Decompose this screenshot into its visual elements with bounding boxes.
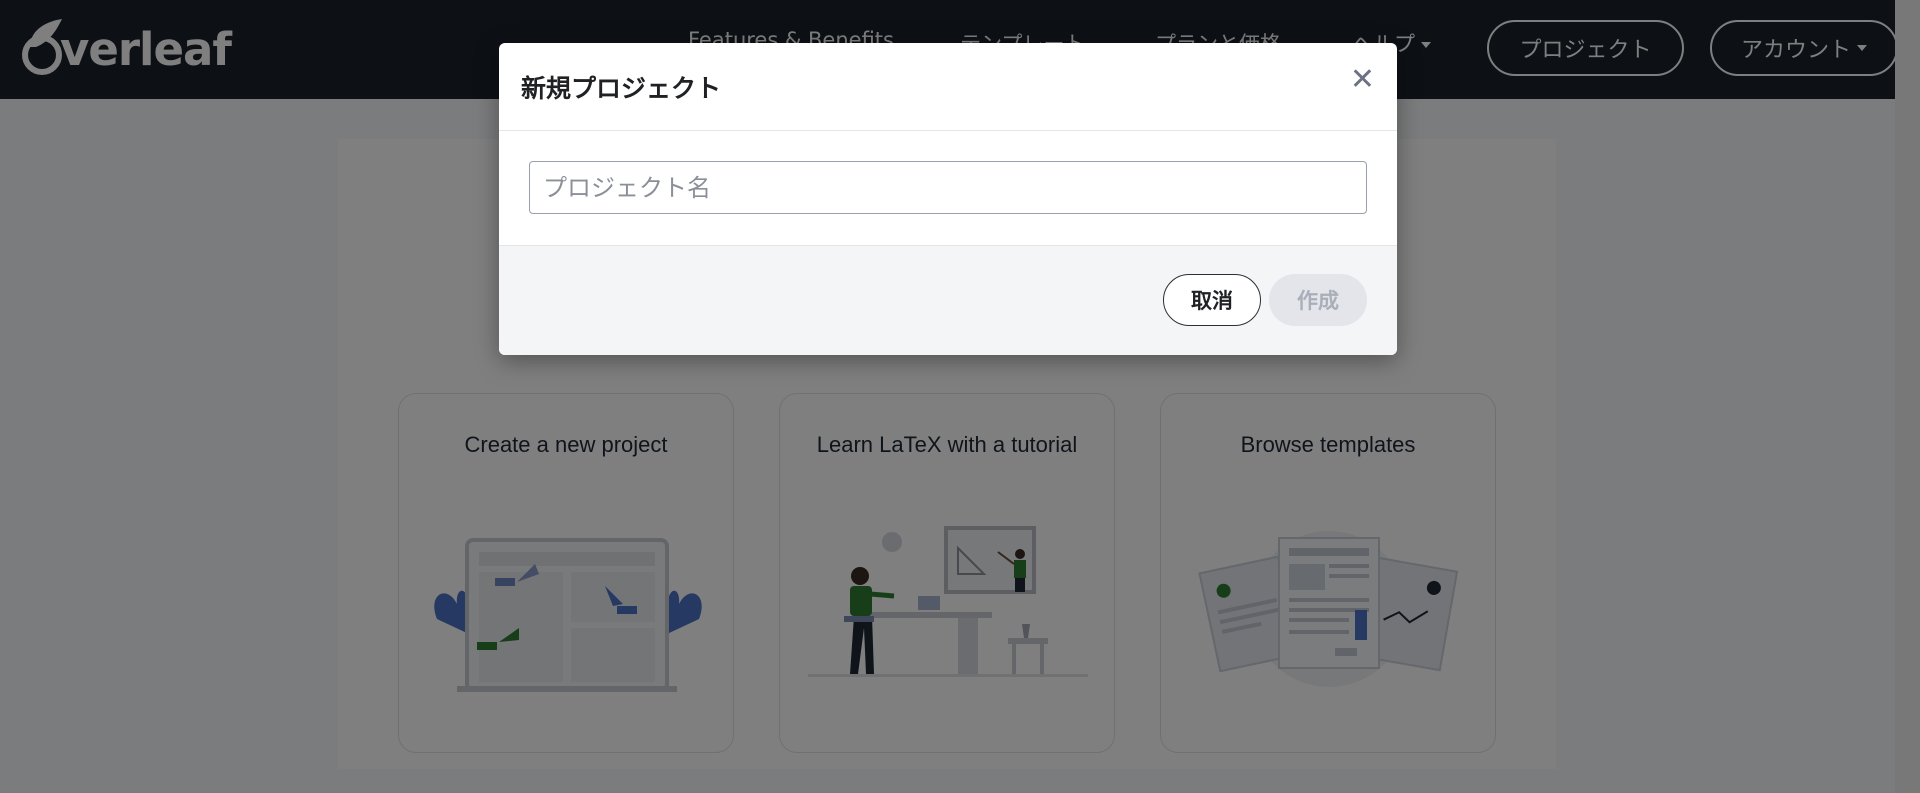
new-project-modal: 新規プロジェクト ✕ 取消 作成 bbox=[499, 43, 1397, 355]
project-name-input[interactable] bbox=[529, 161, 1367, 214]
modal-title: 新規プロジェクト bbox=[521, 74, 722, 103]
modal-footer: 取消 作成 bbox=[499, 245, 1397, 355]
close-icon[interactable]: ✕ bbox=[1350, 65, 1375, 95]
modal-header: 新規プロジェクト ✕ bbox=[499, 43, 1397, 131]
modal-body bbox=[499, 131, 1397, 245]
create-button[interactable]: 作成 bbox=[1269, 274, 1367, 326]
cancel-button[interactable]: 取消 bbox=[1163, 274, 1261, 326]
